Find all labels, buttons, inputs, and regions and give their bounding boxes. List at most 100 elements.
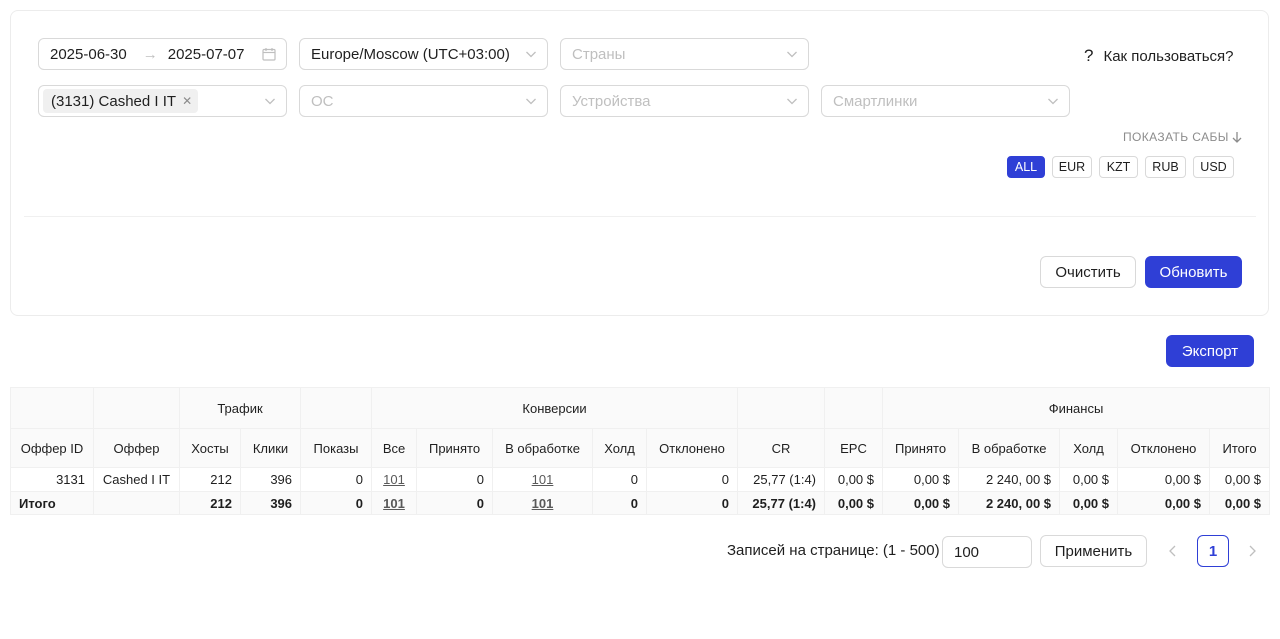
- chevron-down-icon: [525, 95, 537, 107]
- conversion-link[interactable]: 101: [383, 496, 405, 511]
- chevron-down-icon: [786, 95, 798, 107]
- conversion-link[interactable]: 101: [383, 472, 405, 487]
- smartlinks-placeholder: Смартлинки: [833, 92, 918, 110]
- smartlinks-select[interactable]: Смартлинки: [821, 85, 1070, 117]
- table-cell: 0: [646, 491, 739, 515]
- os-placeholder: ОС: [311, 92, 334, 110]
- table-cell: 212: [179, 467, 241, 492]
- column-header: Холд: [592, 428, 648, 468]
- arrow-down-icon: [1232, 132, 1242, 143]
- table-cell[interactable]: 101: [371, 467, 418, 492]
- table-cell: [93, 491, 180, 515]
- table-cell: 0: [416, 467, 494, 492]
- show-subs-toggle[interactable]: ПОКАЗАТЬ САБЫ: [1123, 130, 1242, 144]
- date-to[interactable]: 2025-07-07: [168, 46, 245, 63]
- column-header: Итого: [1209, 428, 1271, 468]
- table-cell: 3131: [10, 467, 94, 492]
- currency-rub[interactable]: RUB: [1145, 156, 1186, 178]
- table-cell: 0: [646, 467, 739, 492]
- os-select[interactable]: ОС: [299, 85, 548, 117]
- apply-button[interactable]: Применить: [1040, 535, 1147, 567]
- currency-label: ALL: [1014, 160, 1038, 174]
- calendar-icon: [262, 47, 276, 65]
- table-cell: 0,00 $: [824, 467, 884, 492]
- stats-table: Трафик Конверсии Финансы Оффер ID Оффер Хо…: [10, 387, 1271, 515]
- chevron-right-icon[interactable]: [1246, 544, 1258, 558]
- currency-label: KZT: [1106, 160, 1131, 174]
- column-header: Принято: [882, 428, 960, 468]
- column-header: Клики: [240, 428, 302, 468]
- table-cell: 0,00 $: [882, 491, 960, 515]
- table-cell: 0,00 $: [824, 491, 884, 515]
- table-cell: Итого: [10, 491, 94, 515]
- countries-select[interactable]: Страны: [560, 38, 809, 70]
- currency-label: EUR: [1058, 160, 1086, 174]
- refresh-button[interactable]: Обновить: [1145, 256, 1242, 288]
- column-header: В обработке: [492, 428, 594, 468]
- group-conversions: Конверсии: [371, 387, 739, 429]
- group-empty: [10, 387, 94, 429]
- devices-select[interactable]: Устройства: [560, 85, 809, 117]
- countries-placeholder: Страны: [572, 45, 626, 63]
- column-header: Оффер ID: [10, 428, 94, 468]
- timezone-value: Europe/Moscow (UTC+03:00): [311, 45, 510, 63]
- close-icon[interactable]: ✕: [182, 94, 192, 108]
- chevron-down-icon: [1047, 95, 1059, 107]
- table-cell: 0: [300, 491, 373, 515]
- currency-usd[interactable]: USD: [1193, 156, 1234, 178]
- table-column-header: Оффер ID Оффер Хосты Клики Показы Все Принято В…: [10, 428, 1271, 468]
- table-cell: 0,00 $: [1209, 491, 1271, 515]
- table-total-row: Итого 212 396 0 101 0 101 0 0 25,77 (1:4) 0,00 $0,…: [10, 491, 1271, 515]
- table-cell: 0: [592, 467, 648, 492]
- chevron-left-icon[interactable]: [1167, 544, 1179, 558]
- column-header: В обработке: [958, 428, 1061, 468]
- table-cell: 25,77 (1:4): [737, 491, 826, 515]
- table-cell[interactable]: 101: [492, 491, 594, 515]
- filter-panel: 2025-06-30 → 2025-07-07 Europe/Moscow (U…: [10, 10, 1269, 316]
- table-cell: 0: [416, 491, 494, 515]
- offer-select[interactable]: (3131) Cashed I IT ✕: [38, 85, 287, 117]
- export-button[interactable]: Экспорт: [1166, 335, 1254, 367]
- page-size-input[interactable]: 100: [942, 536, 1032, 568]
- table-cell: 0: [592, 491, 648, 515]
- currency-all[interactable]: ALL: [1007, 156, 1045, 178]
- date-range-picker[interactable]: 2025-06-30 → 2025-07-07: [38, 38, 287, 70]
- table-cell: 0,00 $: [1117, 491, 1211, 515]
- help-label: Как пользоваться?: [1103, 47, 1234, 65]
- conversion-link[interactable]: 101: [532, 472, 554, 487]
- table-cell: 2 240, 00 $: [958, 491, 1061, 515]
- currency-kzt[interactable]: KZT: [1099, 156, 1138, 178]
- page-1[interactable]: 1: [1197, 535, 1229, 567]
- currency-eur[interactable]: EUR: [1052, 156, 1092, 178]
- timezone-select[interactable]: Europe/Moscow (UTC+03:00): [299, 38, 548, 70]
- group-empty: [824, 387, 884, 429]
- column-header: CR: [737, 428, 826, 468]
- table-cell: 396: [240, 467, 302, 492]
- table-cell: Cashed I IT: [93, 467, 180, 492]
- table-cell: 0,00 $: [1209, 467, 1271, 492]
- column-header: Хосты: [179, 428, 241, 468]
- column-header: EPC: [824, 428, 884, 468]
- show-subs-label: ПОКАЗАТЬ САБЫ: [1123, 130, 1229, 144]
- column-header: Холд: [1059, 428, 1119, 468]
- table-row: 3131 Cashed I IT 212 396 0 101 0 101 0 0 25,77 (1:…: [10, 467, 1271, 492]
- table-cell: 396: [240, 491, 302, 515]
- devices-placeholder: Устройства: [572, 92, 651, 110]
- table-cell: 25,77 (1:4): [737, 467, 826, 492]
- currency-label: RUB: [1152, 160, 1179, 174]
- table-cell[interactable]: 101: [371, 491, 418, 515]
- arrow-right-icon: →: [142, 45, 158, 63]
- table-cell[interactable]: 101: [492, 467, 594, 492]
- group-finance: Финансы: [882, 387, 1271, 429]
- offer-tag-label: (3131) Cashed I IT: [51, 92, 177, 110]
- clear-button[interactable]: Очистить: [1040, 256, 1136, 288]
- currency-label: USD: [1200, 160, 1227, 174]
- column-header: Принято: [416, 428, 494, 468]
- conversion-link[interactable]: 101: [532, 496, 554, 511]
- group-empty: [737, 387, 826, 429]
- group-empty: [300, 387, 373, 429]
- help-link[interactable]: ? Как пользоваться?: [1084, 46, 1234, 66]
- chevron-down-icon: [264, 95, 276, 107]
- table-cell: 0: [300, 467, 373, 492]
- date-from[interactable]: 2025-06-30: [50, 46, 127, 63]
